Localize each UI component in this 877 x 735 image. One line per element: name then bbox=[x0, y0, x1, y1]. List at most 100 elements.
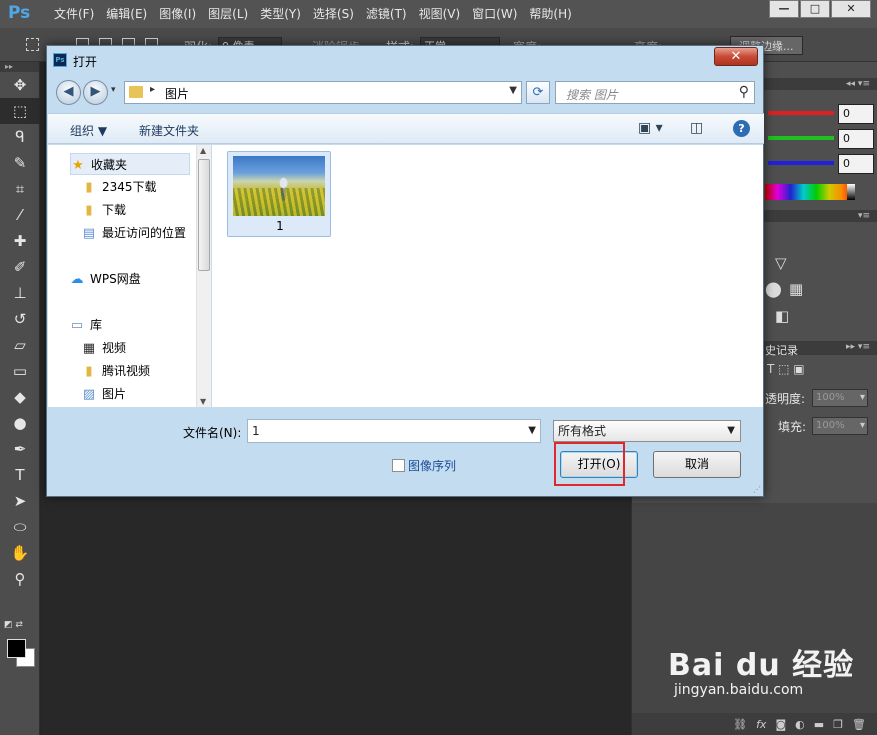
lookup-table-icon[interactable]: ▦ bbox=[789, 280, 803, 298]
video-icon: ▦ bbox=[82, 341, 96, 356]
pen-tool-icon[interactable]: ✒ bbox=[0, 436, 40, 462]
menu-edit[interactable]: 编辑(E) bbox=[100, 0, 153, 28]
swap-colors-icon[interactable]: ◩ ⇄ bbox=[4, 620, 23, 630]
dialog-title-bar[interactable]: Ps 打开 ✕ bbox=[47, 46, 763, 74]
color-spectrum[interactable] bbox=[765, 184, 855, 200]
menu-view[interactable]: 视图(V) bbox=[413, 0, 467, 28]
menu-image[interactable]: 图像(I) bbox=[153, 0, 202, 28]
quick-select-tool-icon[interactable]: ✎ bbox=[0, 150, 40, 176]
close-window-button[interactable]: ✕ bbox=[831, 0, 871, 18]
new-group-icon[interactable]: ▬ bbox=[814, 718, 824, 731]
nav-item-downloads[interactable]: ▮ 下载 bbox=[82, 199, 126, 221]
green-value-input[interactable]: 0 bbox=[838, 129, 874, 149]
search-input[interactable]: 搜索 图片 ⚲ bbox=[555, 81, 755, 104]
trash-icon[interactable]: 🗑 bbox=[852, 718, 866, 731]
filetype-select[interactable]: 所有格式 ▼ bbox=[553, 420, 741, 442]
stamp-tool-icon[interactable]: ⊥ bbox=[0, 280, 40, 306]
black-white-ramp[interactable] bbox=[847, 184, 855, 200]
view-mode-icon[interactable]: ▣ ▾ bbox=[638, 120, 663, 136]
marquee-preset-icon[interactable] bbox=[26, 38, 39, 51]
tools-grip[interactable]: ▸▸ bbox=[0, 62, 39, 72]
history-tab[interactable]: 史记录 bbox=[765, 342, 798, 358]
nav-wps-drive[interactable]: ☁ WPS网盘 bbox=[70, 268, 141, 290]
nav-scrollbar[interactable]: ▲ ▼ bbox=[196, 145, 211, 407]
blur-tool-icon[interactable]: ◆ bbox=[0, 384, 40, 410]
mixer-icon[interactable]: ⬤ bbox=[765, 280, 782, 298]
layer-filter-icons[interactable]: T ⬚ ▣ bbox=[767, 362, 805, 376]
brush-tool-icon[interactable]: ✐ bbox=[0, 254, 40, 280]
menu-help[interactable]: 帮助(H) bbox=[523, 0, 577, 28]
type-tool-icon[interactable]: T bbox=[0, 462, 40, 488]
ellipse-tool-icon[interactable]: ⬭ bbox=[0, 514, 40, 540]
organize-button[interactable]: 组织 ▼ bbox=[70, 122, 107, 139]
nav-item-pictures[interactable]: ▨ 图片 bbox=[82, 383, 126, 405]
recent-locations-dropdown[interactable]: ▾ bbox=[111, 85, 116, 95]
dialog-close-button[interactable]: ✕ bbox=[714, 47, 758, 66]
blue-slider[interactable] bbox=[768, 161, 834, 165]
add-mask-icon[interactable]: ◙ bbox=[775, 718, 786, 731]
lasso-tool-icon[interactable]: ᑫ bbox=[0, 124, 40, 150]
green-slider[interactable] bbox=[768, 136, 834, 140]
image-sequence-checkbox[interactable] bbox=[392, 459, 405, 472]
search-icon[interactable]: ⚲ bbox=[739, 84, 749, 100]
opacity-input[interactable]: 100% bbox=[812, 389, 868, 407]
nav-item-recent-places[interactable]: ▤ 最近访问的位置 bbox=[82, 222, 186, 244]
maximize-button[interactable]: □ bbox=[800, 0, 830, 18]
nav-favorites[interactable]: ★ 收藏夹 bbox=[70, 153, 190, 175]
minimize-button[interactable]: — bbox=[769, 0, 799, 18]
gradient-map-icon[interactable]: ▽ bbox=[775, 254, 787, 272]
nav-item-2345-downloads[interactable]: ▮ 2345下载 bbox=[82, 176, 156, 198]
cancel-button[interactable]: 取消 bbox=[653, 451, 741, 478]
healing-tool-icon[interactable]: ✚ bbox=[0, 228, 40, 254]
preview-pane-icon[interactable]: ◫ bbox=[690, 120, 703, 136]
breadcrumb-arrow-icon[interactable]: ▸ bbox=[150, 84, 155, 95]
new-layer-icon[interactable]: ❐ bbox=[833, 718, 843, 731]
fill-input[interactable]: 100% bbox=[812, 417, 868, 435]
filetype-dropdown-icon[interactable]: ▼ bbox=[727, 421, 735, 441]
nav-libraries[interactable]: ▭ 库 bbox=[70, 314, 102, 336]
gradient-tool-icon[interactable]: ▭ bbox=[0, 358, 40, 384]
eyedropper-tool-icon[interactable]: ⁄ bbox=[0, 202, 40, 228]
menu-filter[interactable]: 滤镜(T) bbox=[360, 0, 413, 28]
menu-window[interactable]: 窗口(W) bbox=[466, 0, 523, 28]
threshold-icon[interactable]: ◧ bbox=[775, 307, 789, 325]
marquee-tool-icon[interactable]: ⬚ bbox=[0, 98, 40, 124]
menu-select[interactable]: 选择(S) bbox=[307, 0, 360, 28]
back-button[interactable]: ◀ bbox=[56, 80, 81, 105]
scroll-down-icon[interactable]: ▼ bbox=[200, 397, 206, 406]
foreground-color-swatch[interactable] bbox=[7, 639, 26, 658]
red-value-input[interactable]: 0 bbox=[838, 104, 874, 124]
menu-layer[interactable]: 图层(L) bbox=[202, 0, 254, 28]
file-item[interactable]: 1 bbox=[227, 151, 331, 237]
path-select-tool-icon[interactable]: ➤ bbox=[0, 488, 40, 514]
nav-item-tencent-video[interactable]: ▮ 腾讯视频 bbox=[82, 360, 150, 382]
resize-grip-icon[interactable]: ⋰ bbox=[753, 485, 761, 494]
new-folder-button[interactable]: 新建文件夹 bbox=[139, 122, 199, 139]
refresh-button[interactable]: ⟳ bbox=[526, 81, 550, 104]
filename-dropdown-icon[interactable]: ▼ bbox=[528, 420, 536, 442]
nav-scroll-thumb[interactable] bbox=[198, 159, 210, 271]
red-slider[interactable] bbox=[768, 111, 834, 115]
filename-input[interactable]: 1 ▼ bbox=[247, 419, 541, 443]
menu-type[interactable]: 类型(Y) bbox=[254, 0, 307, 28]
address-bar[interactable]: ▸ 图片 ▼ bbox=[124, 81, 522, 104]
fx-icon[interactable]: fx bbox=[756, 718, 766, 731]
nav-item-videos[interactable]: ▦ 视频 bbox=[82, 337, 126, 359]
hand-tool-icon[interactable]: ✋ bbox=[0, 540, 40, 566]
menu-file[interactable]: 文件(F) bbox=[48, 0, 100, 28]
history-brush-tool-icon[interactable]: ↺ bbox=[0, 306, 40, 332]
blue-value-input[interactable]: 0 bbox=[838, 154, 874, 174]
dodge-tool-icon[interactable]: ● bbox=[0, 410, 40, 436]
eraser-tool-icon[interactable]: ▱ bbox=[0, 332, 40, 358]
move-tool-icon[interactable]: ✥ bbox=[0, 72, 40, 98]
image-sequence-label[interactable]: 图像序列 bbox=[408, 457, 456, 474]
link-layers-icon[interactable]: ⛓ bbox=[733, 718, 747, 731]
forward-button[interactable]: ▶ bbox=[83, 80, 108, 105]
help-icon[interactable]: ? bbox=[733, 120, 750, 137]
adjustment-layer-icon[interactable]: ◐ bbox=[795, 718, 805, 731]
crop-tool-icon[interactable]: ⌗ bbox=[0, 176, 40, 202]
address-current-folder[interactable]: 图片 bbox=[165, 85, 189, 102]
address-dropdown-icon[interactable]: ▼ bbox=[509, 85, 517, 96]
zoom-tool-icon[interactable]: ⚲ bbox=[0, 566, 40, 592]
scroll-up-icon[interactable]: ▲ bbox=[200, 146, 206, 155]
